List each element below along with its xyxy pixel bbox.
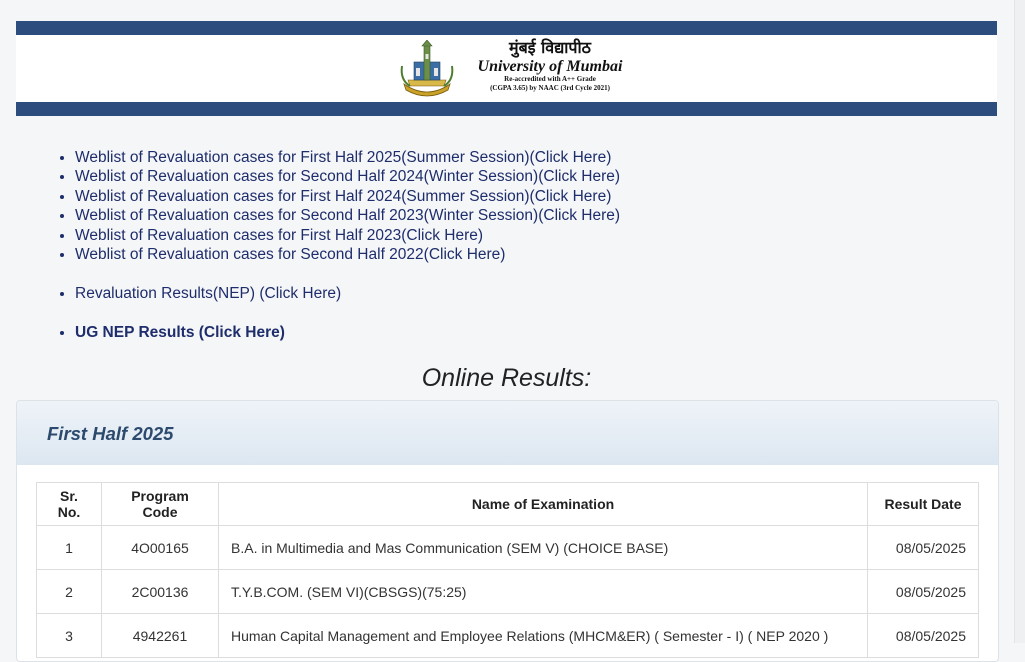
cell-result-date: 08/05/2025 [867,613,979,658]
list-item: Weblist of Revaluation cases for First H… [75,148,620,167]
cell-program-code: 4O00165 [101,525,219,570]
weblist-link[interactable]: Weblist of Revaluation cases for First H… [75,227,483,244]
logo-english-name: University of Mumbai [477,58,623,75]
table-header-row: Sr. No. Program Code Name of Examination… [36,482,979,526]
cell-exam-name[interactable]: T.Y.B.COM. (SEM VI)(CBSGS)(75:25) [218,569,868,614]
weblist-link[interactable]: Weblist of Revaluation cases for Second … [75,168,620,185]
results-table: Sr. No. Program Code Name of Examination… [36,482,979,658]
panel-header: First Half 2025 [17,401,998,465]
cell-sr-no: 2 [36,569,102,614]
header-bottom-bar [16,102,997,116]
list-item: Revaluation Results(NEP) (Click Here) [75,284,341,303]
cell-exam-name[interactable]: B.A. in Multimedia and Mas Communication… [218,525,868,570]
university-header: मुंबई विद्यापीठ University of Mumbai Re-… [16,21,997,116]
cell-program-code: 2C00136 [101,569,219,614]
nep-revaluation-link[interactable]: Revaluation Results(NEP) (Click Here) [75,285,341,302]
ug-nep-results-link[interactable]: UG NEP Results (Click Here) [75,324,285,341]
table-row[interactable]: 1 4O00165 B.A. in Multimedia and Mas Com… [36,525,979,570]
table-row[interactable]: 3 4942261 Human Capital Management and E… [36,613,979,658]
list-item: UG NEP Results (Click Here) [75,323,285,342]
logo-naac: (CGPA 3.65) by NAAC (3rd Cycle 2021) [490,84,610,92]
results-panel: First Half 2025 Sr. No. Program Code Nam… [16,400,999,662]
col-result-date: Result Date [867,482,979,526]
cell-result-date: 08/05/2025 [867,569,979,614]
nep-links: Revaluation Results(NEP) (Click Here) [56,284,341,303]
col-exam-name: Name of Examination [218,482,868,526]
cell-sr-no: 1 [36,525,102,570]
list-item: Weblist of Revaluation cases for Second … [75,206,620,225]
list-item: Weblist of Revaluation cases for First H… [75,187,620,206]
page-scrollbar[interactable] [1014,0,1025,643]
col-sr-no: Sr. No. [36,482,102,526]
university-logo[interactable]: मुंबई विद्यापीठ University of Mumbai Re-… [398,38,638,100]
cell-program-code: 4942261 [101,613,219,658]
table-row[interactable]: 2 2C00136 T.Y.B.COM. (SEM VI)(CBSGS)(75:… [36,569,979,614]
weblist-link[interactable]: Weblist of Revaluation cases for Second … [75,246,505,263]
weblist-link[interactable]: Weblist of Revaluation cases for Second … [75,207,620,224]
list-item: Weblist of Revaluation cases for First H… [75,226,620,245]
list-item: Weblist of Revaluation cases for Second … [75,167,620,186]
logo-hindi-name: मुंबई विद्यापीठ [509,38,591,57]
cell-exam-name[interactable]: Human Capital Management and Employee Re… [218,613,868,658]
weblist-links: Weblist of Revaluation cases for First H… [56,148,620,264]
cell-result-date: 08/05/2025 [867,525,979,570]
university-seal-icon [400,40,454,97]
cell-sr-no: 3 [36,613,102,658]
logo-accreditation: Re-accredited with A++ Grade [504,75,596,83]
header-top-bar [16,21,997,35]
weblist-link[interactable]: Weblist of Revaluation cases for First H… [75,149,611,166]
ug-nep-links: UG NEP Results (Click Here) [56,323,285,342]
section-title: Online Results: [421,364,592,392]
panel-title: First Half 2025 [47,423,174,444]
col-program-code: Program Code [101,482,219,526]
weblist-link[interactable]: Weblist of Revaluation cases for First H… [75,188,611,205]
list-item: Weblist of Revaluation cases for Second … [75,245,620,264]
